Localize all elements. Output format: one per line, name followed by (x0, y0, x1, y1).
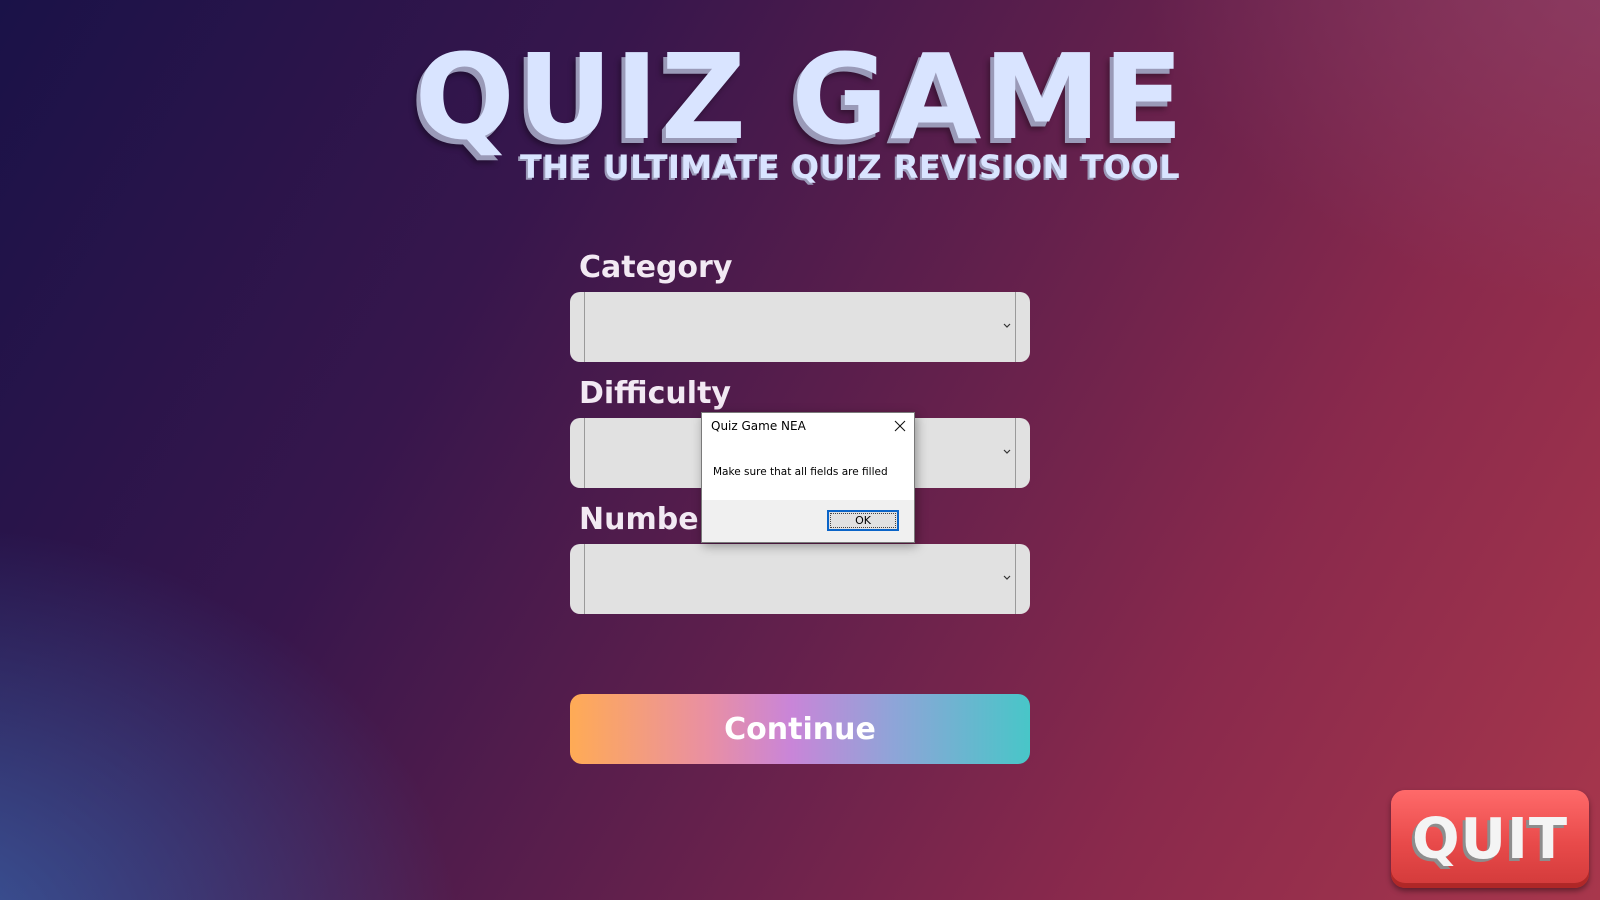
close-icon[interactable] (892, 418, 908, 434)
dropdown-divider (1015, 418, 1016, 488)
continue-button-label: Continue (724, 711, 876, 747)
category-label: Category (579, 250, 733, 285)
app-title: QUIZ GAME (414, 28, 1186, 166)
dropdown-divider (584, 418, 585, 488)
difficulty-label: Difficulty (579, 376, 731, 411)
dropdown-divider (584, 292, 585, 362)
dropdown-divider (1015, 544, 1016, 614)
chevron-down-icon (1003, 575, 1011, 580)
dialog-footer: OK (702, 500, 914, 542)
ok-button[interactable]: OK (827, 510, 899, 531)
number-dropdown[interactable] (570, 544, 1030, 614)
number-label: Number (579, 502, 714, 537)
quit-button[interactable]: QUIT (1391, 790, 1589, 888)
dialog-message: Make sure that all fields are filled (713, 466, 888, 478)
chevron-down-icon (1003, 449, 1011, 454)
dropdown-divider (1015, 292, 1016, 362)
ok-button-label: OK (855, 514, 871, 527)
dropdown-divider (584, 544, 585, 614)
chevron-down-icon (1003, 323, 1011, 328)
dialog-title: Quiz Game NEA (711, 419, 806, 433)
app-subtitle: THE ULTIMATE QUIZ REVISION TOOL (520, 148, 1181, 186)
continue-button[interactable]: Continue (570, 694, 1030, 764)
message-dialog: Quiz Game NEA Make sure that all fields … (701, 412, 915, 543)
category-dropdown[interactable] (570, 292, 1030, 362)
quit-button-label: QUIT (1411, 806, 1569, 872)
